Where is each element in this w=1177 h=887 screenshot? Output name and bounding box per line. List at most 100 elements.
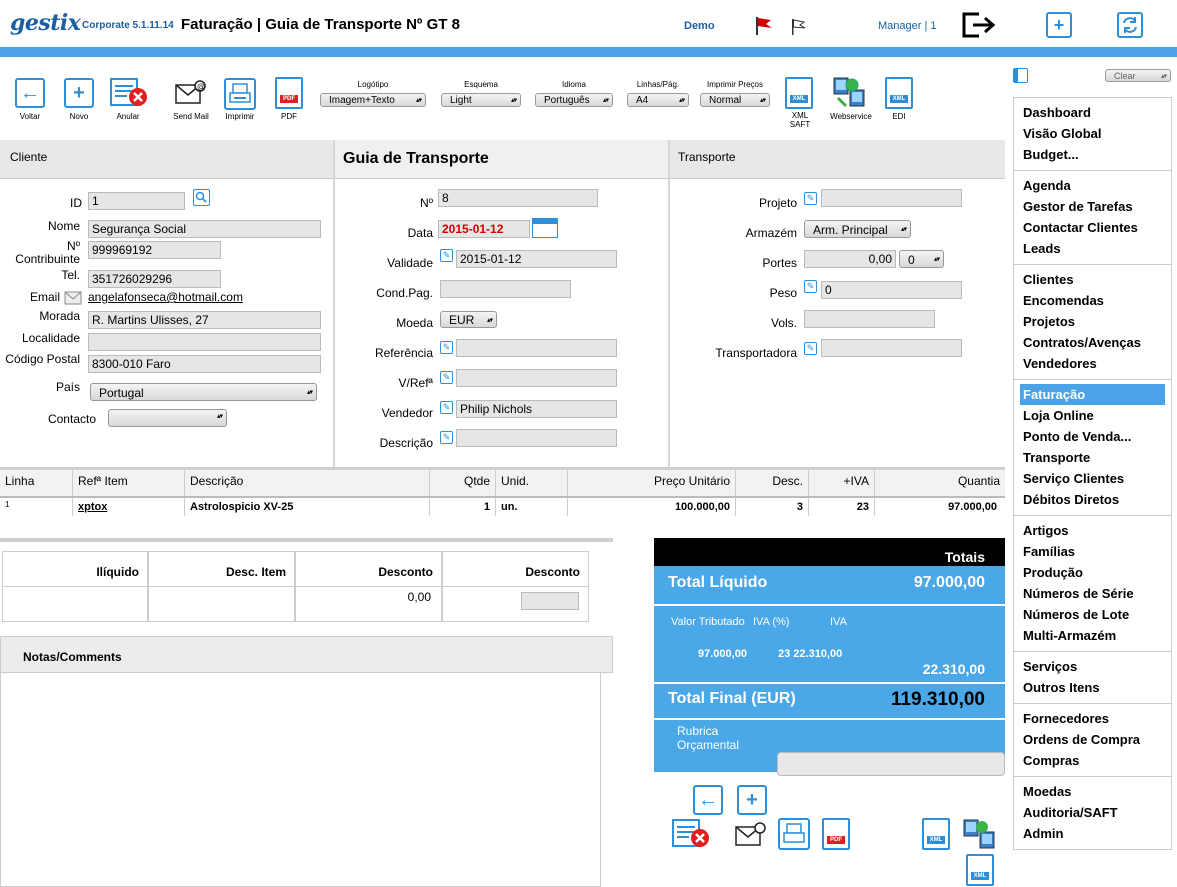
sidebar-item-encomendas[interactable]: Encomendas [1014, 290, 1171, 311]
sidebar-item-admin[interactable]: Admin [1014, 823, 1171, 844]
sidebar-item-clientes[interactable]: Clientes [1014, 269, 1171, 290]
sidebar-item-contactar-clientes[interactable]: Contactar Clientes [1014, 217, 1171, 238]
codigo-postal-field[interactable]: 8300-010 Faro [88, 355, 321, 373]
webservice-label[interactable]: Webservice [826, 112, 876, 121]
sidebar-item-faturacao[interactable]: Faturação [1020, 384, 1165, 405]
clear-select[interactable]: Clear [1105, 69, 1171, 83]
sidebar-item-multi-armazem[interactable]: Multi-Armazém [1014, 625, 1171, 646]
sidebar-toggle-icon[interactable] [1013, 68, 1028, 83]
print-label[interactable]: Imprimir [215, 112, 265, 121]
red-flag-icon[interactable] [753, 15, 775, 40]
sidebar-item-numeros-de-serie[interactable]: Números de Série [1014, 583, 1171, 604]
new-icon-bottom[interactable]: + [737, 785, 767, 815]
localidade-field[interactable] [88, 333, 321, 351]
linhas-select[interactable]: A4 [627, 93, 689, 108]
edit-descricao-icon[interactable]: ✎ [440, 431, 453, 444]
condpag-field[interactable] [440, 280, 571, 298]
add-window-icon[interactable]: + [1046, 12, 1072, 38]
cancel-doc-icon-bottom[interactable] [672, 819, 712, 852]
new-icon[interactable]: + [64, 78, 94, 108]
col-header-qtde[interactable]: Qtde [430, 470, 496, 496]
projeto-field[interactable] [821, 189, 962, 207]
xml-saft-icon-bottom[interactable]: XML [922, 818, 950, 850]
webservice-icon[interactable] [832, 76, 868, 113]
mail-icon[interactable] [64, 291, 82, 308]
sidebar-item-ordens-de-compra[interactable]: Ordens de Compra [1014, 729, 1171, 750]
back-label[interactable]: Voltar [5, 112, 55, 121]
col-header-preco[interactable]: Preço Unitário [568, 470, 736, 496]
data-field[interactable]: 2015-01-12 [438, 220, 530, 238]
pdf-label[interactable]: PDF [264, 112, 314, 121]
search-icon[interactable] [193, 189, 210, 206]
tel-field[interactable]: 351726029296 [88, 270, 221, 288]
edit-validade-icon[interactable]: ✎ [440, 249, 453, 262]
sidebar-item-projetos[interactable]: Projetos [1014, 311, 1171, 332]
peso-field[interactable]: 0 [821, 281, 962, 299]
sidebar-item-leads[interactable]: Leads [1014, 238, 1171, 259]
armazem-select[interactable]: Arm. Principal [804, 220, 911, 239]
vref-field[interactable] [456, 369, 617, 387]
desconto-input[interactable] [521, 592, 579, 610]
idioma-select[interactable]: Português [535, 93, 613, 108]
pdf-icon[interactable]: PDF [275, 77, 303, 109]
nome-field[interactable]: Segurança Social [88, 220, 321, 238]
sidebar-item-artigos[interactable]: Artigos [1014, 520, 1171, 541]
back-icon[interactable]: ← [15, 78, 45, 108]
xml-saft-icon[interactable]: XML [785, 77, 813, 109]
col-header-unid[interactable]: Unid. [496, 470, 568, 496]
col-header-descricao[interactable]: Descrição [185, 470, 430, 496]
col-header-linha[interactable]: Linha [0, 470, 73, 496]
edit-transportadora-icon[interactable]: ✎ [804, 342, 817, 355]
logotipo-select[interactable]: Imagem+Texto [320, 93, 426, 108]
portes-select[interactable]: 0 [899, 250, 944, 269]
edi-icon-bottom[interactable]: XML [966, 854, 994, 886]
cancel-doc-icon[interactable] [110, 78, 150, 111]
sidebar-item-servico-clientes[interactable]: Serviço Clientes [1014, 468, 1171, 489]
send-mail-icon-bottom[interactable] [735, 822, 767, 851]
new-label[interactable]: Novo [54, 112, 104, 121]
esquema-select[interactable]: Light [441, 93, 521, 108]
sidebar-item-vendedores[interactable]: Vendedores [1014, 353, 1171, 374]
pais-select[interactable]: Portugal [90, 383, 317, 402]
edit-peso-icon[interactable]: ✎ [804, 280, 817, 293]
sidebar-item-producao[interactable]: Produção [1014, 562, 1171, 583]
sidebar-item-visao-global[interactable]: Visão Global [1014, 123, 1171, 144]
sidebar-item-numeros-de-lote[interactable]: Números de Lote [1014, 604, 1171, 625]
vendedor-field[interactable]: Philip Nichols [456, 400, 617, 418]
sidebar-item-gestor-de-tarefas[interactable]: Gestor de Tarefas [1014, 196, 1171, 217]
sidebar-item-ponto-de-venda[interactable]: Ponto de Venda... [1014, 426, 1171, 447]
send-mail-icon[interactable]: @ [175, 80, 207, 109]
manager-link[interactable]: Manager | 1 [878, 20, 937, 32]
email-link[interactable]: angelafonseca@hotmail.com [88, 290, 243, 304]
rubrica-select[interactable] [777, 752, 1005, 776]
portes-field[interactable]: 0,00 [804, 250, 896, 268]
edit-vendedor-icon[interactable]: ✎ [440, 401, 453, 414]
sidebar-item-servicos[interactable]: Serviços [1014, 656, 1171, 677]
validade-field[interactable]: 2015-01-12 [456, 250, 617, 268]
sidebar-item-budget[interactable]: Budget... [1014, 144, 1171, 165]
vols-field[interactable] [804, 310, 935, 328]
demo-link[interactable]: Demo [684, 20, 715, 32]
notas-textarea[interactable] [0, 673, 601, 887]
pdf-icon-bottom[interactable]: PDF [822, 818, 850, 850]
cancel-label[interactable]: Anular [103, 112, 153, 121]
xml-saft-label[interactable]: XML SAFT [785, 111, 815, 129]
edi-label[interactable]: EDI [874, 112, 924, 121]
numero-field[interactable]: 8 [438, 189, 598, 207]
edit-vref-icon[interactable]: ✎ [440, 371, 453, 384]
send-mail-label[interactable]: Send Mail [166, 112, 216, 121]
refresh-window-icon[interactable] [1116, 11, 1144, 42]
col-header-quantia[interactable]: Quantia [875, 470, 1005, 496]
sidebar-item-familias[interactable]: Famílias [1014, 541, 1171, 562]
print-icon[interactable] [224, 78, 256, 113]
sidebar-item-loja-online[interactable]: Loja Online [1014, 405, 1171, 426]
col-header-iva[interactable]: +IVA [809, 470, 875, 496]
row-ref-link[interactable]: xptox [73, 498, 185, 516]
descricao-field[interactable] [456, 429, 617, 447]
edit-projeto-icon[interactable]: ✎ [804, 192, 817, 205]
col-header-ref[interactable]: Refª Item [73, 470, 185, 496]
referencia-field[interactable] [456, 339, 617, 357]
sidebar-item-compras[interactable]: Compras [1014, 750, 1171, 771]
contacto-select[interactable] [108, 409, 227, 427]
edit-referencia-icon[interactable]: ✎ [440, 341, 453, 354]
